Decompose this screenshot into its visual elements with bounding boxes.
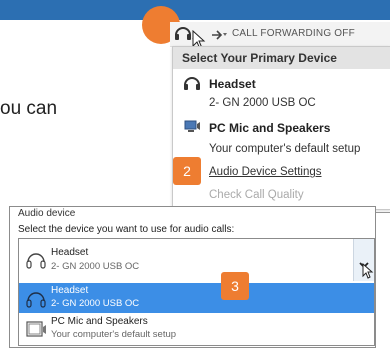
phone-forward-icon[interactable] xyxy=(210,28,228,46)
panel-legend: Audio device xyxy=(18,208,76,219)
audio-device-settings-link[interactable]: Audio Device Settings xyxy=(209,166,322,178)
option-headset-sub: 2- GN 2000 USB OC xyxy=(51,298,140,309)
menu-header: Select Your Primary Device xyxy=(173,47,390,69)
audio-device-panel: Audio device Select the device you want … xyxy=(9,206,376,348)
menu-item-pc-mic-detail: Your computer's default setup xyxy=(209,143,361,155)
option-headset-title: Headset xyxy=(51,285,89,296)
dropdown-toggle[interactable] xyxy=(353,239,374,281)
step-3-badge: 3 xyxy=(221,272,249,300)
call-forwarding-status[interactable]: CALL FORWARDING OFF xyxy=(232,28,355,39)
step-2-badge: 2 xyxy=(173,157,201,185)
top-banner xyxy=(0,0,390,20)
menu-item-pc-mic[interactable]: PC Mic and Speakers xyxy=(209,121,330,135)
audio-device-dropdown[interactable]: Headset 2- GN 2000 USB OC xyxy=(18,238,375,282)
audio-device-options: Headset 2- GN 2000 USB OC PC Mic and Spe… xyxy=(18,281,375,346)
option-pc-mic-title: PC Mic and Speakers xyxy=(51,316,148,327)
headset-icon xyxy=(25,289,47,314)
pc-speaker-icon xyxy=(25,320,47,345)
option-pc-mic[interactable]: PC Mic and Speakers Your computer's defa… xyxy=(19,314,374,344)
dropdown-selected-title: Headset xyxy=(51,247,89,258)
dropdown-selected-sub: 2- GN 2000 USB OC xyxy=(51,261,140,272)
headset-icon[interactable] xyxy=(174,26,192,47)
headset-icon xyxy=(25,250,47,275)
primary-device-menu: Select Your Primary Device Headset 2- GN… xyxy=(172,46,390,210)
panel-prompt: Select the device you want to use for au… xyxy=(18,224,235,235)
call-toolbar: CALL FORWARDING OFF xyxy=(170,22,390,50)
menu-item-headset-detail: 2- GN 2000 USB OC xyxy=(209,97,316,109)
background-text: ou can xyxy=(0,98,58,119)
menu-item-headset[interactable]: Headset xyxy=(209,77,256,91)
check-call-quality-item: Check Call Quality xyxy=(209,189,304,201)
option-headset[interactable]: Headset 2- GN 2000 USB OC xyxy=(19,283,374,313)
headset-icon xyxy=(183,76,201,97)
pc-speaker-icon xyxy=(183,120,201,139)
option-pc-mic-sub: Your computer's default setup xyxy=(51,329,177,340)
